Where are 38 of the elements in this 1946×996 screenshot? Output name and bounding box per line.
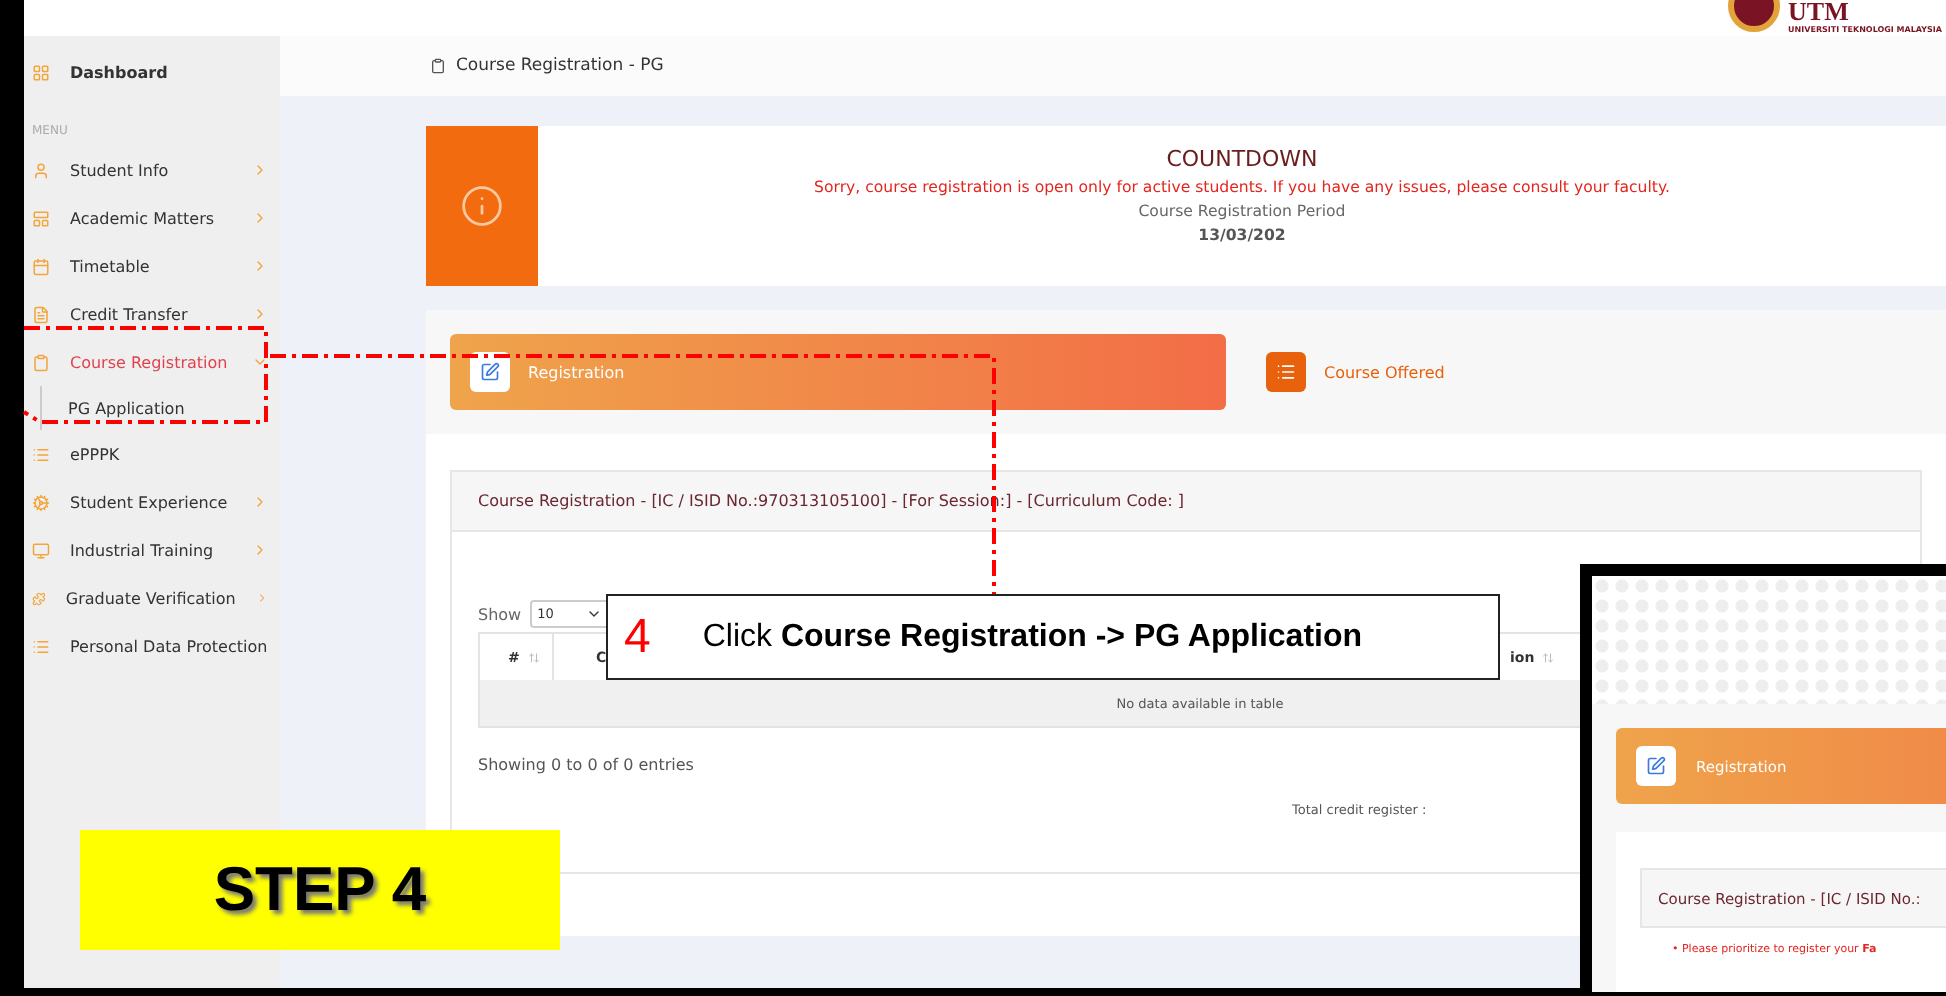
gear-icon: [32, 493, 50, 511]
logo-text: UTM: [1788, 0, 1849, 24]
layout-icon: [32, 209, 50, 227]
chevron-down-icon: [585, 606, 602, 622]
sidebar-item[interactable]: Personal Data Protection: [24, 622, 280, 670]
step-number: 4: [624, 609, 651, 665]
sort-icon[interactable]: [527, 651, 540, 663]
clipboard-icon: [430, 58, 446, 74]
list-icon: [1276, 362, 1296, 382]
document-icon: [32, 305, 50, 323]
sort-icon[interactable]: [1542, 651, 1555, 663]
grid-icon: [32, 63, 50, 81]
sidebar-item[interactable]: ePPPK: [24, 430, 280, 478]
edit-icon: [480, 362, 500, 382]
sidebar-item[interactable]: Graduate Verification: [24, 574, 280, 622]
sidebar-item[interactable]: Student Experience: [24, 478, 280, 526]
list-icon: [32, 445, 50, 463]
puzzle-icon: [32, 589, 46, 607]
monitor-icon: [32, 541, 50, 559]
instruction-text: Click Course Registration -> PG Application: [702, 619, 1363, 655]
sidebar-item[interactable]: Industrial Training: [24, 526, 280, 574]
show-label: Show: [478, 605, 522, 623]
list-icon: [32, 637, 50, 655]
entries-info: Showing 0 to 0 of 0 entries: [476, 754, 694, 774]
countdown-title: COUNTDOWN: [1166, 146, 1318, 172]
step-label: STEP 4: [80, 830, 560, 950]
info-icon: [460, 184, 504, 228]
clipboard-icon: [32, 353, 50, 371]
edit-icon: [1646, 756, 1666, 776]
sidebar-item[interactable]: Credit Transfer: [24, 290, 280, 338]
sidebar-item[interactable]: Course Registration: [24, 338, 280, 386]
sidebar-item[interactable]: Dashboard: [24, 48, 280, 96]
calendar-icon: [32, 257, 50, 275]
sidebar-item[interactable]: Academic Matters: [24, 194, 280, 242]
user-icon: [32, 161, 50, 179]
breadcrumb: Course Registration - PG: [456, 56, 664, 76]
sidebar-item[interactable]: Timetable: [24, 242, 280, 290]
sidebar-item[interactable]: Student Info: [24, 146, 280, 194]
